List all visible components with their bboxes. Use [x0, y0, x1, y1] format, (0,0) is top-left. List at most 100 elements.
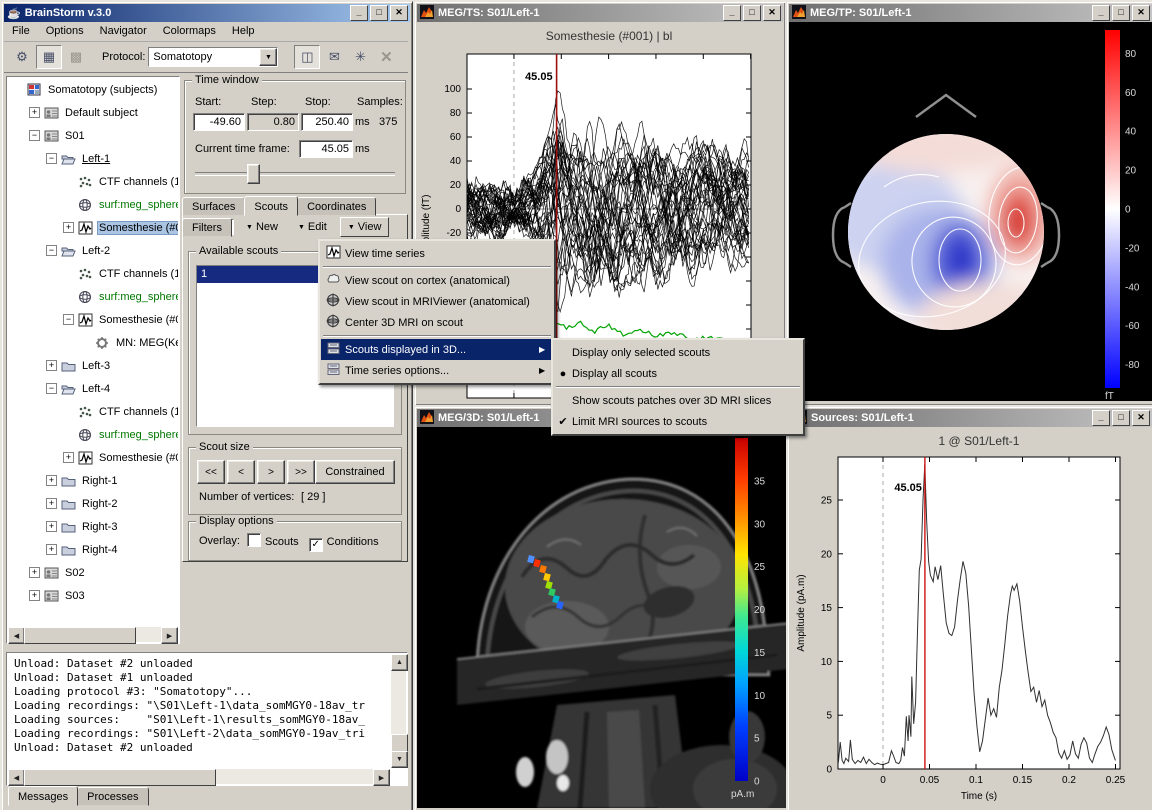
tree-expander-icon[interactable]: − [46, 245, 57, 256]
scroll-right-icon[interactable]: ▶ [373, 769, 390, 786]
source-timecourse-plot[interactable]: 1 @ S01/Left-145.05051015202500.050.10.1… [790, 427, 1152, 808]
close-button[interactable]: ✕ [763, 5, 781, 21]
menu-navigator[interactable]: Navigator [92, 22, 155, 40]
tile-windows-icon[interactable]: ◫ [294, 45, 320, 69]
tree-item[interactable]: +Right-1 [8, 469, 178, 492]
menu-item[interactable]: Time series options...▶ [321, 360, 553, 381]
protocol-combobox[interactable]: Somatotopy ▼ [148, 47, 278, 67]
tree-item[interactable]: −Left-2 [8, 239, 178, 262]
scroll-up-icon[interactable]: ▲ [391, 654, 408, 671]
tab-surfaces[interactable]: Surfaces [182, 197, 245, 216]
tree-expander-icon[interactable]: − [63, 314, 74, 325]
capture-window-icon[interactable]: ✉ [322, 46, 346, 68]
tree-item[interactable]: +Right-3 [8, 515, 178, 538]
maximize-button[interactable]: □ [1112, 5, 1130, 21]
current-time-field[interactable]: 45.05 [299, 140, 353, 158]
tree-item[interactable]: +Default subject [8, 101, 178, 124]
tree-expander-icon[interactable]: + [29, 590, 40, 601]
maximize-button[interactable]: □ [1112, 410, 1130, 426]
scroll-right-icon[interactable]: ▶ [161, 627, 178, 644]
minimize-button[interactable]: _ [1092, 410, 1110, 426]
tree-item[interactable]: +Right-4 [8, 538, 178, 561]
tree-expander-icon[interactable]: + [46, 498, 57, 509]
tab-messages[interactable]: Messages [8, 786, 78, 806]
tree-hscrollbar[interactable]: ◀ ▶ [8, 627, 178, 642]
sources-title-bar[interactable]: Sources: S01/Left-1 _ □ ✕ [790, 409, 1152, 427]
scout-menu-edit[interactable]: ▼Edit [291, 218, 334, 236]
tree-item[interactable]: CTF channels (18 [8, 170, 178, 193]
scout-size-shrink-button[interactable]: < [227, 460, 255, 484]
tree-item[interactable]: surf:meg_sphere [8, 193, 178, 216]
menu-item[interactable]: View scout on cortex (anatomical) [321, 270, 553, 291]
menu-item[interactable]: Display only selected scouts [554, 342, 802, 363]
menu-item[interactable]: Center 3D MRI on scout [321, 312, 553, 333]
tree-expander-icon[interactable]: − [29, 130, 40, 141]
tab-coordinates[interactable]: Coordinates [297, 197, 376, 216]
close-button[interactable]: ✕ [1132, 410, 1150, 426]
tree-hscroll-thumb[interactable] [24, 627, 136, 644]
tree-expander-icon[interactable]: + [29, 107, 40, 118]
tree-item[interactable]: −Somesthesie (#00 [8, 308, 178, 331]
tree-item[interactable]: CTF channels (18 [8, 262, 178, 285]
tree-item[interactable]: +Somesthesie (#00 [8, 216, 178, 239]
menu-item[interactable]: View time series [321, 243, 553, 264]
tree-expander-icon[interactable]: + [63, 452, 74, 463]
tree-item[interactable]: +Somesthesie (#00 [8, 446, 178, 469]
scroll-down-icon[interactable]: ▼ [391, 751, 408, 768]
minimize-button[interactable]: _ [1092, 5, 1110, 21]
tree-item[interactable]: −Left-4 [8, 377, 178, 400]
menu-colormaps[interactable]: Colormaps [155, 22, 224, 40]
menu-item[interactable]: ✔Limit MRI sources to scouts [554, 411, 802, 432]
stop-field[interactable]: 250.40 [301, 113, 353, 131]
command-window-icon[interactable]: ✳ [348, 46, 372, 68]
tree-item[interactable]: Somatotopy (subjects) [8, 78, 178, 101]
tree-item[interactable]: +S03 [8, 584, 178, 607]
brainstorm-title-bar[interactable]: ☕ BrainStorm v.3.0 _ □ ✕ [4, 4, 410, 22]
maximize-button[interactable]: □ [370, 5, 388, 21]
menu-item[interactable]: View scout in MRIViewer (anatomical) [321, 291, 553, 312]
minimize-button[interactable]: _ [350, 5, 368, 21]
tab-processes[interactable]: Processes [77, 787, 148, 806]
menu-item[interactable]: Scouts displayed in 3D...▶ [321, 339, 553, 360]
scroll-left-icon[interactable]: ◀ [8, 769, 25, 786]
scout-menu-new[interactable]: ▼New [239, 218, 285, 236]
tree-expander-icon[interactable]: + [63, 222, 74, 233]
tree-expander-icon[interactable]: + [46, 475, 57, 486]
message-log[interactable]: Unload: Dataset #2 unloadedUnload: Datas… [8, 654, 390, 768]
tree-item[interactable]: MN: MEG(Kern [8, 331, 178, 354]
checkbox-scouts[interactable]: Scouts [247, 533, 299, 548]
tree-item[interactable]: surf:meg_sphere [8, 285, 178, 308]
scout-size-grow-fast-button[interactable]: >> [287, 460, 315, 484]
meg-tp-title-bar[interactable]: MEG/TP: S01/Left-1 _ □ ✕ [789, 4, 1152, 22]
tree-item[interactable]: +Right-2 [8, 492, 178, 515]
menu-item[interactable]: Show scouts patches over 3D MRI slices [554, 390, 802, 411]
protocol-gears-icon[interactable]: ⚙ [10, 46, 34, 68]
tree-item[interactable]: +S02 [8, 561, 178, 584]
time-slider-thumb[interactable] [247, 164, 260, 184]
tree-expander-icon[interactable]: − [46, 383, 57, 394]
minimize-button[interactable]: _ [723, 5, 741, 21]
subjects-db-icon[interactable]: ▦ [36, 45, 62, 69]
tree-expander-icon[interactable]: − [46, 153, 57, 164]
menu-file[interactable]: File [4, 22, 38, 40]
log-vscroll-thumb[interactable] [391, 734, 408, 752]
menu-options[interactable]: Options [38, 22, 92, 40]
checkbox-conditions[interactable]: ✓Conditions [309, 536, 379, 552]
tree-item[interactable]: CTF channels (18 [8, 400, 178, 423]
tree-item[interactable]: +Left-3 [8, 354, 178, 377]
start-field[interactable]: -49.60 [193, 113, 245, 131]
scout-size-grow-button[interactable]: > [257, 460, 285, 484]
combobox-arrow-icon[interactable]: ▼ [259, 48, 277, 66]
close-button[interactable]: ✕ [390, 5, 408, 21]
maximize-button[interactable]: □ [743, 5, 761, 21]
menu-help[interactable]: Help [224, 22, 263, 40]
scout-size-shrink-fast-button[interactable]: << [197, 460, 225, 484]
tp-topography[interactable]: 806040200-20-40-60-80fT [789, 22, 1152, 401]
scroll-left-icon[interactable]: ◀ [8, 627, 25, 644]
log-hscroll-thumb[interactable] [24, 769, 216, 786]
tree-item[interactable]: −S01 [8, 124, 178, 147]
scout-menu-view[interactable]: ▼View [340, 217, 390, 237]
time-slider-track[interactable] [195, 172, 395, 176]
menu-item[interactable]: ●Display all scouts [554, 363, 802, 384]
tab-scouts[interactable]: Scouts [244, 196, 298, 216]
